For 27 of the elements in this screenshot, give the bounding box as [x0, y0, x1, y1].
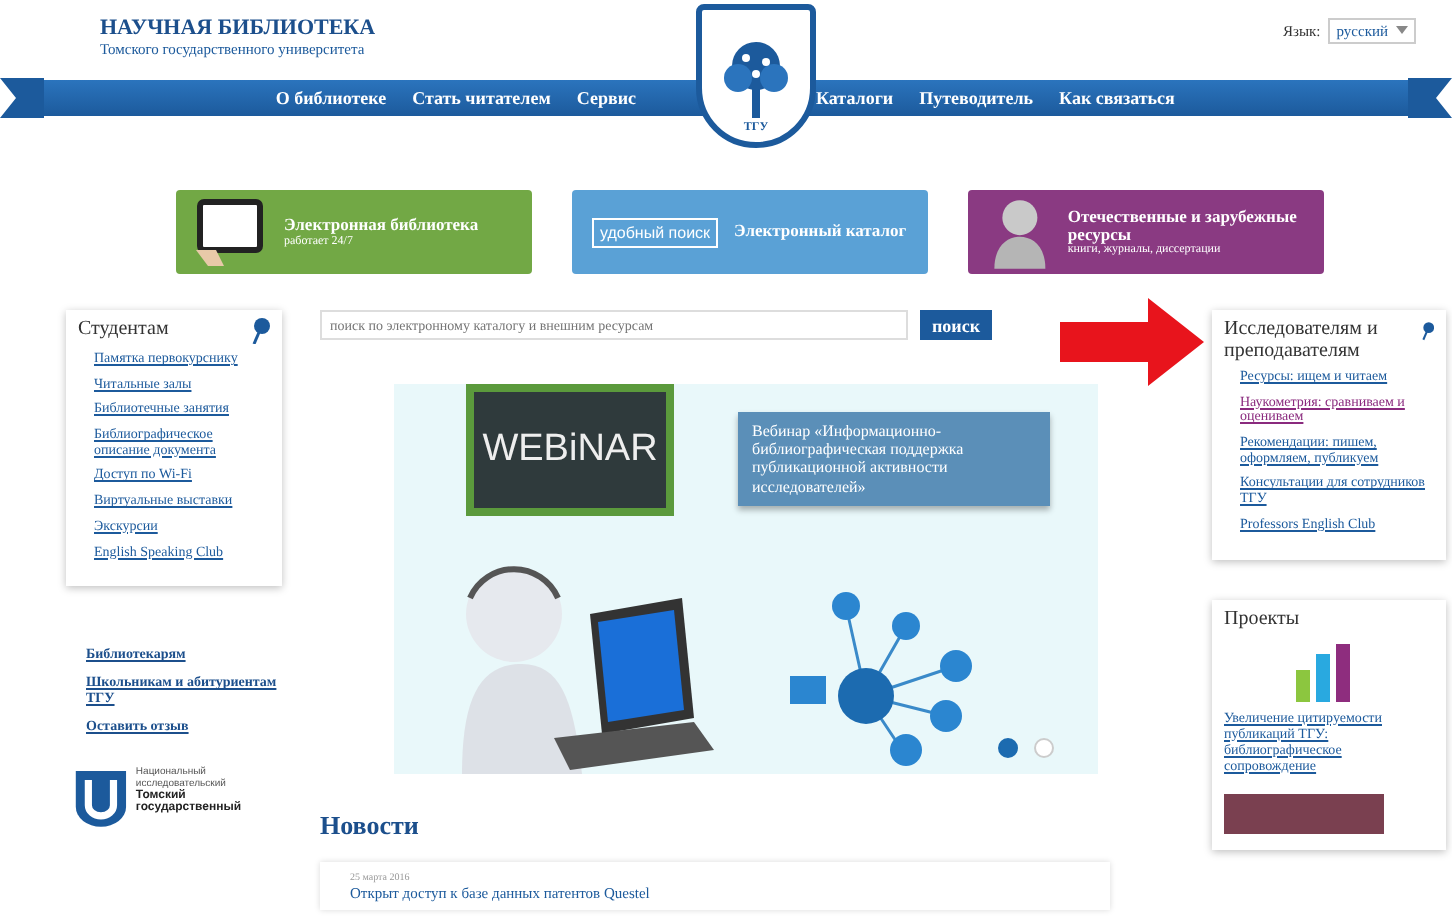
slide-caption: Вебинар «Информационно-библиографическая поддержка публикационной активности исследователей» [738, 412, 1050, 506]
arrow-icon [1060, 298, 1204, 386]
ribbon-end-icon [1408, 78, 1452, 118]
tablet-icon [196, 198, 268, 266]
section-title: Новости [320, 810, 421, 842]
ribbon-end-icon [0, 78, 44, 118]
nav-link[interactable]: Как связаться [1059, 88, 1175, 108]
pin-icon [252, 318, 270, 344]
university-logo-icon [74, 766, 128, 831]
caret-icon [1396, 26, 1408, 34]
nav-link[interactable]: Путеводитель [919, 88, 1034, 108]
banner-title: Отечественные и зарубежные ресурсы [1067, 207, 1299, 245]
library-title[interactable]: НАУЧНАЯ БИБЛИОТЕКА [100, 16, 376, 40]
nav-link[interactable]: Сервис [576, 88, 636, 108]
nav-link[interactable]: О библиотеке [275, 88, 387, 108]
pin-icon [1421, 318, 1434, 344]
search-button[interactable]: поиск [920, 310, 993, 340]
panel-title: Исследователям и преподавателям [1224, 318, 1380, 362]
panel-title: Проекты [1224, 607, 1300, 629]
chalkboard-drawing: WEBiNAR [466, 384, 674, 516]
banner-title: Электронный каталог [734, 222, 907, 242]
nav-link[interactable]: Каталоги [816, 88, 894, 108]
panel-title: Студентам [78, 318, 169, 340]
slider-dot[interactable] [998, 738, 1018, 758]
search-tag: удобный поиск [592, 217, 719, 247]
banner-title: Электронная библиотека [284, 216, 479, 235]
nav-link[interactable]: Стать читателем [412, 88, 551, 108]
